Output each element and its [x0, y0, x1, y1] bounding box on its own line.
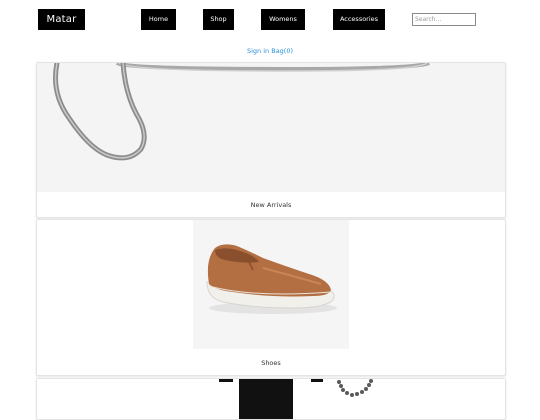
- search-input[interactable]: [412, 13, 476, 26]
- nav-womens-button[interactable]: Womens: [261, 9, 305, 30]
- brand-logo[interactable]: Matar: [38, 9, 85, 30]
- jewelry-clothing-illustration: [37, 379, 505, 419]
- card-caption-shoes: Shoes: [261, 359, 281, 367]
- handbag-strap-illustration: [37, 63, 505, 192]
- account-links: Sign in Bag(0): [0, 47, 540, 55]
- card-caption-new-arrivals: New Arrivals: [250, 201, 292, 209]
- category-card-third[interactable]: [36, 378, 506, 420]
- nav-accessories-button[interactable]: Accessories: [333, 9, 385, 30]
- third-card-image: [37, 379, 505, 419]
- nav-shop-button[interactable]: Shop: [203, 9, 234, 30]
- bag-link[interactable]: Bag(0): [271, 47, 293, 55]
- site-header: Matar Home Shop Womens Accessories: [0, 0, 540, 40]
- category-card-new-arrivals[interactable]: New Arrivals: [36, 62, 506, 218]
- nav-home-button[interactable]: Home: [141, 9, 176, 30]
- sign-in-link[interactable]: Sign in: [247, 47, 269, 55]
- category-card-shoes[interactable]: Shoes: [36, 219, 506, 376]
- new-arrivals-image: [37, 63, 505, 192]
- slip-on-shoe-illustration: [193, 220, 349, 349]
- shoes-image: [193, 220, 349, 349]
